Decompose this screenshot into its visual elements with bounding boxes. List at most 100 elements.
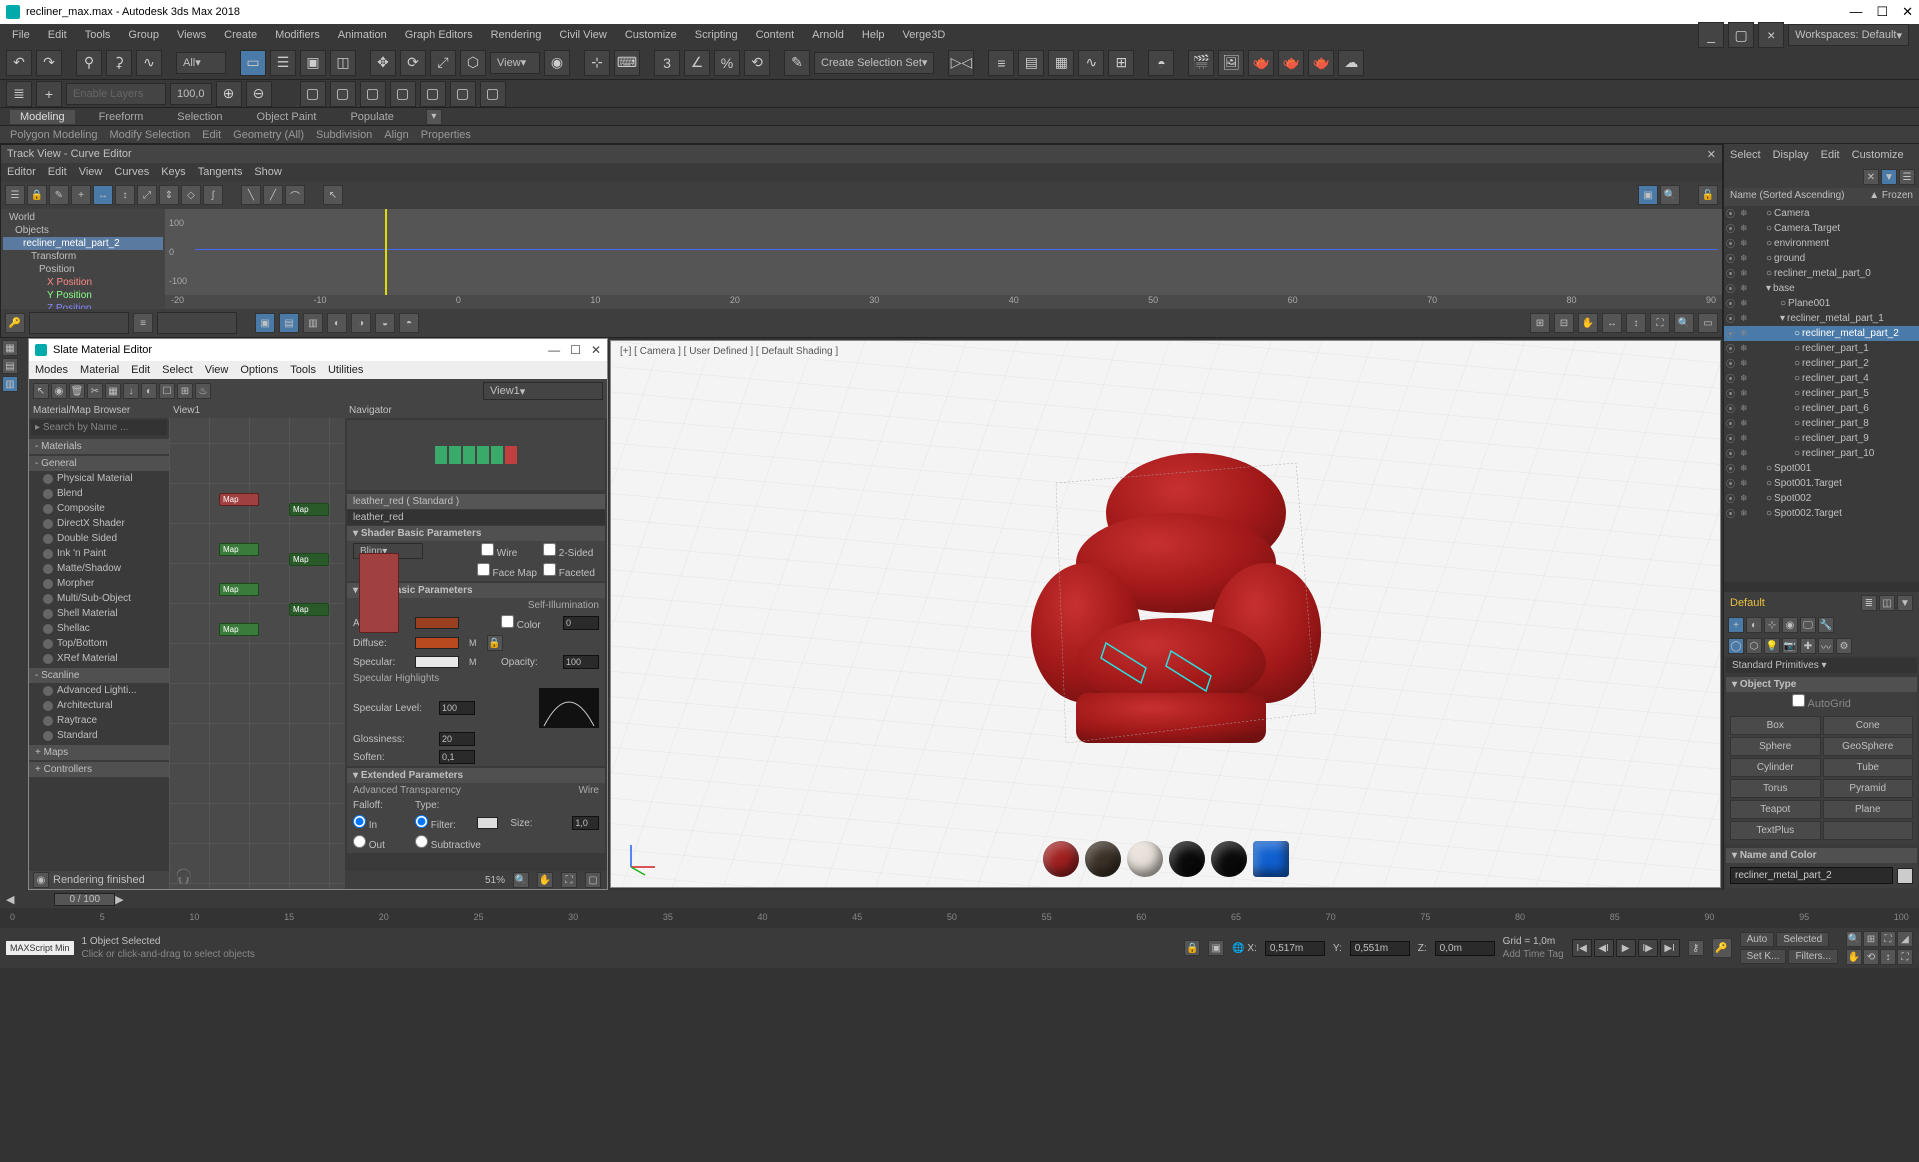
scene-tree-item[interactable]: ⦿❄○ ground bbox=[1724, 251, 1919, 266]
tv-ease-icon[interactable]: ∫ bbox=[203, 185, 223, 205]
material-node[interactable]: Map bbox=[219, 583, 259, 596]
tool-b-icon[interactable]: ▢ bbox=[330, 81, 356, 107]
time-ruler[interactable]: 0510152025303540455055606570758085909510… bbox=[0, 908, 1919, 928]
slate-pick-icon[interactable]: ↖ bbox=[33, 383, 49, 399]
soften-spinner[interactable]: 0,1 bbox=[439, 750, 475, 764]
material-browser-item[interactable]: Standard bbox=[29, 728, 169, 743]
percent-snap-icon[interactable]: % bbox=[714, 50, 740, 76]
scene-tree-item[interactable]: ⦿❄○ Plane001 bbox=[1724, 296, 1919, 311]
selected-button[interactable]: Selected bbox=[1776, 932, 1829, 947]
enable-layers-dropdown[interactable]: Enable Layers bbox=[66, 83, 166, 105]
render-in-cloud-icon[interactable]: ☁ bbox=[1338, 50, 1364, 76]
tv-menu-item[interactable]: Curves bbox=[114, 166, 149, 178]
render-production-icon[interactable]: 🫖 bbox=[1248, 50, 1274, 76]
utilities-tab-icon[interactable]: 🔧 bbox=[1818, 617, 1834, 633]
scene-menu-item[interactable]: Edit bbox=[1821, 149, 1840, 161]
recliner-model[interactable] bbox=[996, 433, 1336, 773]
menu-file[interactable]: File bbox=[4, 27, 38, 43]
material-search-input[interactable]: ▸ Search by Name ... bbox=[31, 420, 167, 435]
layers-icon[interactable]: ≣ bbox=[6, 81, 32, 107]
tv-scale-icon[interactable]: ⤢ bbox=[137, 185, 157, 205]
tv-key-icon[interactable]: 🔑 bbox=[5, 313, 25, 333]
mb-group-scanline[interactable]: - Scanline bbox=[29, 668, 169, 683]
freeze-icon[interactable]: ❄ bbox=[1740, 328, 1752, 339]
vp-dolly-icon[interactable]: ↕ bbox=[1880, 949, 1896, 965]
material-browser-item[interactable]: Morpher bbox=[29, 576, 169, 591]
tv-move-key-icon[interactable]: ↔ bbox=[93, 185, 113, 205]
move-icon[interactable]: ✥ bbox=[370, 50, 396, 76]
set-key-button[interactable]: Set K... bbox=[1740, 949, 1787, 964]
tv-select-icon[interactable]: ↖ bbox=[323, 185, 343, 205]
key-mode-icon[interactable]: 🔑 bbox=[1712, 938, 1732, 958]
scene-tree-item[interactable]: ⦿❄○ recliner_part_8 bbox=[1724, 416, 1919, 431]
coord-x-input[interactable]: 0,517m bbox=[1265, 941, 1325, 956]
ribbon-tab-populate[interactable]: Populate bbox=[340, 110, 403, 124]
visibility-icon[interactable]: ⦿ bbox=[1726, 237, 1738, 250]
workspace-dropdown[interactable]: Workspaces: Default ▾ bbox=[1788, 24, 1909, 46]
selection-filter-dropdown[interactable]: All ▾ bbox=[176, 52, 226, 74]
slate-assign-icon[interactable]: ↓ bbox=[123, 383, 139, 399]
coord-z-input[interactable]: 0,0m bbox=[1435, 941, 1495, 956]
slate-ball-icon[interactable]: ◉ bbox=[51, 383, 67, 399]
tool-f-icon[interactable]: ▢ bbox=[450, 81, 476, 107]
vp-layout-a-icon[interactable]: ▦ bbox=[2, 340, 18, 356]
tv-menu-item[interactable]: Show bbox=[254, 166, 282, 178]
named-selection-dropdown[interactable]: Create Selection Set ▾ bbox=[814, 52, 934, 74]
visibility-icon[interactable]: ⦿ bbox=[1726, 447, 1738, 460]
tv-zoom-icon[interactable]: 🔍 bbox=[1660, 185, 1680, 205]
select-region-icon[interactable]: ▣ bbox=[300, 50, 326, 76]
tv-draw-icon[interactable]: ✎ bbox=[49, 185, 69, 205]
layer-extra-icon[interactable]: ⊖ bbox=[246, 81, 272, 107]
freeze-icon[interactable]: ❄ bbox=[1740, 388, 1752, 399]
tv-tree-item[interactable]: Y Position bbox=[3, 289, 163, 302]
falloff-out-radio[interactable] bbox=[353, 835, 366, 848]
vp-layout-c-icon[interactable]: ▥ bbox=[2, 376, 18, 392]
material-ball-leather-red[interactable] bbox=[1043, 841, 1079, 877]
freeze-icon[interactable]: ❄ bbox=[1740, 418, 1752, 429]
display-tab-icon[interactable]: 🖵 bbox=[1800, 617, 1816, 633]
lights-icon[interactable]: 💡 bbox=[1764, 638, 1780, 654]
freeze-icon[interactable]: ❄ bbox=[1740, 463, 1752, 474]
autogrid-checkbox[interactable] bbox=[1792, 694, 1805, 707]
type-subtractive-radio[interactable] bbox=[415, 835, 428, 848]
visibility-icon[interactable]: ⦿ bbox=[1726, 312, 1738, 325]
unlink-icon[interactable]: ⚳ bbox=[106, 50, 132, 76]
tv-ts-a-icon[interactable]: ◐ bbox=[327, 313, 347, 333]
geometry-icon[interactable]: ◯ bbox=[1728, 638, 1744, 654]
tv-tree-item[interactable]: Position bbox=[3, 263, 163, 276]
render-activeshade-icon[interactable]: 🫖 bbox=[1308, 50, 1334, 76]
self-illum-spinner[interactable]: 0 bbox=[563, 616, 599, 630]
freeze-icon[interactable]: ❄ bbox=[1740, 493, 1752, 504]
material-node[interactable]: Map bbox=[219, 623, 259, 636]
viewport[interactable]: [+] [ Camera ] [ User Defined ] [ Defaul… bbox=[610, 340, 1721, 888]
material-browser-item[interactable]: Composite bbox=[29, 501, 169, 516]
menu-content[interactable]: Content bbox=[748, 27, 803, 43]
visibility-icon[interactable]: ⦿ bbox=[1726, 222, 1738, 235]
vp-zoom-icon[interactable]: 🔍 bbox=[1846, 931, 1862, 947]
layer-explorer-icon[interactable]: ▤ bbox=[1018, 50, 1044, 76]
material-ball-blue-sil[interactable] bbox=[1253, 841, 1289, 877]
play-icon[interactable]: ▶ bbox=[1616, 939, 1636, 957]
slate-close-icon[interactable]: ✕ bbox=[591, 343, 601, 357]
window-crossing-icon[interactable]: ◫ bbox=[330, 50, 356, 76]
ribbon-tab-object-paint[interactable]: Object Paint bbox=[247, 110, 327, 124]
tv-zoom-h-icon[interactable]: ↔ bbox=[1602, 313, 1622, 333]
weight-spinner[interactable]: 100,0 bbox=[170, 83, 212, 105]
tool-g-icon[interactable]: ▢ bbox=[480, 81, 506, 107]
tv-tree-item[interactable]: World bbox=[3, 211, 163, 224]
node-canvas[interactable]: View1 Map Map Map Map Map Map Map 🎧 bbox=[169, 403, 345, 889]
edit-named-sel-icon[interactable]: ✎ bbox=[784, 50, 810, 76]
vp-pan-icon[interactable]: ✋ bbox=[1846, 949, 1862, 965]
visibility-icon[interactable]: ⦿ bbox=[1726, 417, 1738, 430]
create-tab-icon[interactable]: + bbox=[1728, 617, 1744, 633]
create-object-button[interactable]: Cylinder bbox=[1730, 758, 1821, 777]
freeze-icon[interactable]: ❄ bbox=[1740, 253, 1752, 264]
material-ball-black2[interactable] bbox=[1211, 841, 1247, 877]
align-icon[interactable]: ≡ bbox=[988, 50, 1014, 76]
link-icon[interactable]: ⚲ bbox=[76, 50, 102, 76]
visibility-icon[interactable]: ⦿ bbox=[1726, 297, 1738, 310]
tv-ts-b-icon[interactable]: ◑ bbox=[351, 313, 371, 333]
create-object-button[interactable]: Sphere bbox=[1730, 737, 1821, 756]
create-object-button[interactable]: Box bbox=[1730, 716, 1821, 735]
ref-coord-dropdown[interactable]: View ▾ bbox=[490, 52, 540, 74]
